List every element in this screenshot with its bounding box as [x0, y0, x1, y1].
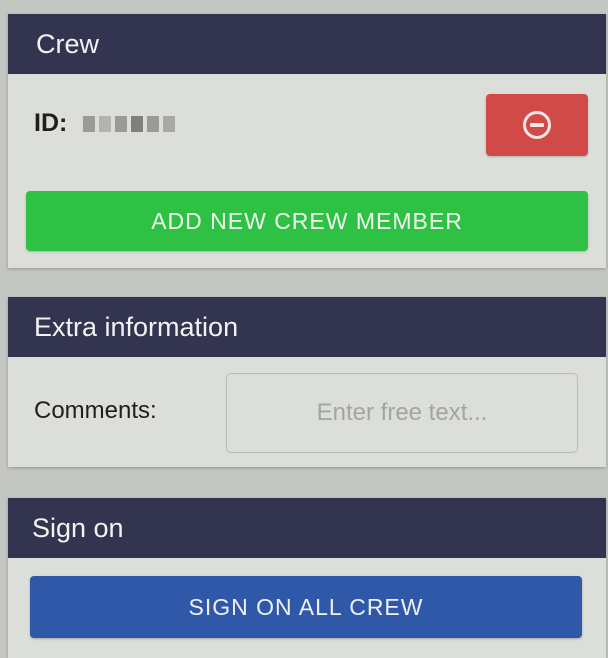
extra-information-body: Comments: [8, 357, 606, 467]
extra-information-header: Extra information [8, 297, 606, 357]
crew-member-id-label: ID: [34, 109, 68, 137]
add-new-crew-member-label: ADD NEW CREW MEMBER [151, 207, 463, 234]
crew-member-id-row: ID: [34, 109, 176, 138]
extra-information-panel: Extra information Comments: [8, 297, 606, 467]
comments-input[interactable] [226, 373, 578, 453]
sign-on-panel: Sign on SIGN ON ALL CREW [8, 498, 606, 658]
comments-label: Comments: [34, 397, 157, 424]
crew-header-title: Crew [36, 28, 100, 59]
sign-on-header: Sign on [8, 498, 606, 558]
sign-on-header-title: Sign on [32, 512, 124, 543]
crew-panel: Crew ID: ADD NEW CREW MEMBER [8, 14, 606, 268]
crew-body: ID: ADD NEW CREW MEMBER [8, 74, 606, 268]
sign-on-all-crew-label: SIGN ON ALL CREW [188, 593, 424, 620]
sign-on-all-crew-button[interactable]: SIGN ON ALL CREW [30, 576, 582, 638]
sign-on-body: SIGN ON ALL CREW [8, 558, 606, 658]
remove-crew-member-button[interactable] [486, 94, 588, 156]
crew-header: Crew [8, 14, 606, 74]
crew-member-id-value-redacted [83, 115, 176, 132]
extra-information-header-title: Extra information [34, 311, 239, 342]
minus-circle-icon [523, 111, 551, 139]
add-new-crew-member-button[interactable]: ADD NEW CREW MEMBER [26, 191, 588, 251]
